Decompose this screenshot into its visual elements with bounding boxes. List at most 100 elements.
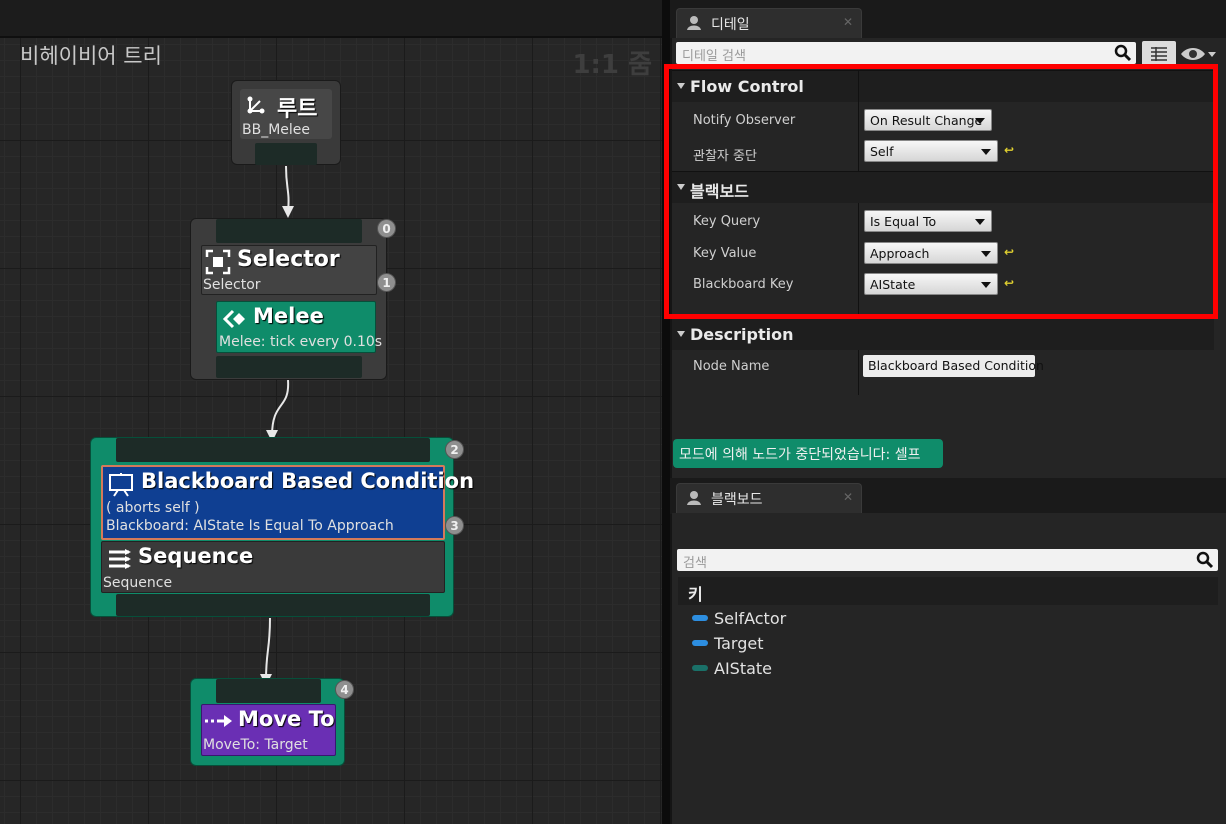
close-icon[interactable]: ✕ — [843, 490, 853, 504]
key-query-label: Key Query — [693, 214, 761, 229]
blackboard-tab[interactable]: 블랙보드 ✕ — [676, 483, 862, 513]
melee-title: Melee — [253, 304, 324, 328]
abort-message-text: 모드에 의해 노드가 중단되었습니다: 셀프 — [679, 447, 921, 463]
key-value-label: Key Value — [693, 246, 757, 261]
selector-subtitle: Selector — [203, 277, 261, 293]
wire-selector-bbcond — [271, 379, 290, 437]
category-flow-control[interactable]: Flow Control — [672, 70, 1214, 102]
flow-control-label: Flow Control — [690, 77, 804, 96]
enum-key-icon — [692, 665, 708, 671]
moveto-input-port[interactable] — [216, 679, 321, 703]
sequence-title: Sequence — [138, 544, 254, 568]
moveto-index-badge: 4 — [335, 680, 354, 699]
graph-toolbar — [0, 0, 664, 38]
reset-to-default-icon[interactable]: ↩ — [1004, 143, 1014, 157]
reset-to-default-icon[interactable]: ↩ — [1004, 276, 1014, 290]
panel-splitter[interactable] — [662, 0, 670, 824]
key-value-value: Approach — [870, 246, 930, 261]
sequence-index-badge: 3 — [445, 516, 464, 535]
selector-index-badge-0: 0 — [377, 219, 396, 238]
close-icon[interactable]: ✕ — [843, 15, 853, 29]
observer-aborts-label: 관찰자 중단 — [693, 149, 757, 164]
selector-index-badge-1: 1 — [377, 273, 396, 292]
eye-icon[interactable] — [1180, 44, 1218, 64]
melee-subtitle: Melee: tick every 0.10s — [219, 334, 383, 350]
blackboard-tab-label: 블랙보드 — [711, 492, 763, 508]
blackboard-search-placeholder: 검색 — [683, 556, 707, 571]
node-name-field[interactable]: Blackboard Based Condition — [863, 355, 1044, 377]
observer-aborts-combo[interactable]: Self — [864, 140, 998, 162]
category-blackboard[interactable]: 블랙보드 — [672, 171, 1214, 203]
bb-condition-aborts: ( aborts self ) — [106, 500, 200, 516]
collapse-arrow-icon[interactable] — [677, 184, 685, 190]
chevron-down-icon — [975, 118, 985, 124]
property-matrix-button[interactable] — [1142, 41, 1176, 67]
notify-observer-label: Notify Observer — [693, 113, 796, 128]
moveto-header: Move To MoveTo: Target — [201, 704, 336, 756]
selector-title: Selector — [237, 247, 340, 272]
keys-header[interactable]: 키 — [678, 577, 1218, 605]
notify-observer-combo[interactable]: On Result Change — [864, 109, 992, 131]
search-icon — [1114, 44, 1132, 62]
details-tab-label: 디테일 — [711, 17, 750, 33]
selector-output-port[interactable] — [216, 356, 362, 378]
sequence-output-port[interactable] — [116, 594, 430, 616]
selector-input-port[interactable] — [216, 219, 362, 243]
moveto-subtitle: MoveTo: Target — [203, 737, 308, 753]
sequence-subtitle: Sequence — [103, 575, 173, 591]
bb-condition-index-badge: 2 — [445, 440, 464, 459]
root-node[interactable]: 루트 BB_Melee — [231, 80, 341, 165]
description-label: Description — [690, 325, 794, 344]
sequence-icon — [109, 549, 131, 569]
root-subtitle: BB_Melee — [242, 122, 311, 138]
moveto-node[interactable]: Move To MoveTo: Target — [190, 678, 345, 766]
graph-title: 비헤이비어 트리 — [20, 44, 162, 68]
notify-observer-value: On Result Change — [870, 113, 983, 128]
collapse-arrow-icon[interactable] — [677, 331, 685, 337]
blackboard-key-value: AIState — [870, 277, 916, 292]
key-query-value: Is Equal To — [870, 214, 937, 229]
object-key-icon — [692, 640, 708, 646]
details-search-input[interactable]: 디테일 검색 — [676, 42, 1136, 64]
blackboard-tab-icon — [687, 491, 701, 505]
sequence-header: Sequence Sequence — [101, 541, 445, 593]
key-name: SelfActor — [714, 609, 787, 628]
key-name: AIState — [714, 659, 773, 678]
zoom-label: 1:1 줌 — [572, 50, 652, 80]
details-search-placeholder: 디테일 검색 — [682, 49, 746, 64]
reset-to-default-icon[interactable]: ↩ — [1004, 245, 1014, 259]
blackboard-category-label: 블랙보드 — [690, 182, 749, 201]
details-tab[interactable]: 디테일 ✕ — [676, 8, 862, 38]
service-icon — [222, 309, 245, 329]
blackboard-icon — [109, 473, 133, 497]
abort-message-badge: 모드에 의해 노드가 중단되었습니다: 셀프 — [673, 439, 943, 468]
key-name: Target — [714, 634, 764, 653]
bb-condition-title: Blackboard Based Condition — [141, 469, 475, 493]
object-key-icon — [692, 615, 708, 621]
blackboard-search-input[interactable]: 검색 — [677, 549, 1218, 571]
selector-node[interactable]: Selector Selector Melee Melee: tick ever… — [190, 218, 387, 380]
bb-condition-decorator[interactable]: Blackboard Based Condition ( aborts self… — [101, 465, 474, 540]
behavior-tree-graph[interactable]: 비헤이비어 트리 1:1 줌 루트 BB_Melee Selector Sele… — [0, 0, 664, 824]
sequence-input-port[interactable] — [116, 438, 430, 462]
details-tab-icon — [687, 16, 701, 30]
chevron-down-icon — [981, 149, 991, 155]
bb-condition-desc: Blackboard: AIState Is Equal To Approach — [106, 518, 394, 534]
node-name-value: Blackboard Based Condition — [868, 358, 1044, 373]
grid-view-icon — [1151, 47, 1167, 61]
melee-service[interactable]: Melee Melee: tick every 0.10s — [216, 301, 382, 353]
search-icon — [1196, 551, 1214, 569]
sequence-node[interactable]: Blackboard Based Condition ( aborts self… — [90, 437, 474, 617]
key-value-combo[interactable]: Approach — [864, 242, 998, 264]
blackboard-key-combo[interactable]: AIState — [864, 273, 998, 295]
wire-root-selector — [285, 165, 290, 213]
chevron-down-icon — [981, 251, 991, 257]
category-description[interactable]: Description — [672, 318, 1214, 350]
root-output-port[interactable] — [255, 143, 317, 165]
key-query-combo[interactable]: Is Equal To — [864, 210, 992, 232]
root-title: 루트 — [277, 97, 318, 122]
collapse-arrow-icon[interactable] — [677, 83, 685, 89]
node-name-label: Node Name — [693, 359, 770, 374]
move-arrow-icon — [205, 715, 232, 727]
chevron-down-icon — [981, 282, 991, 288]
